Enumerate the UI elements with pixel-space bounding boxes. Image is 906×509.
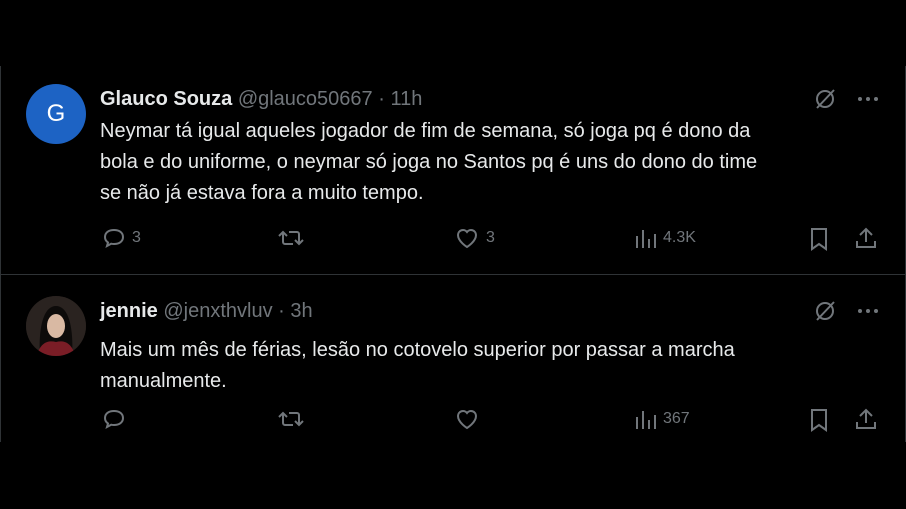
share-icon: [854, 226, 878, 250]
avatar-letter: G: [46, 100, 66, 127]
views-chart-icon: [633, 407, 657, 431]
tweet-text: Neymar tá igual aqueles jogador de fim d…: [100, 116, 880, 209]
reply-button[interactable]: [102, 407, 132, 431]
reply-count: 3: [132, 229, 141, 246]
action-bar: 367: [0, 407, 906, 437]
display-name[interactable]: Glauco Souza: [100, 88, 232, 110]
share-button[interactable]: [854, 226, 878, 250]
share-button[interactable]: [854, 407, 878, 431]
timestamp[interactable]: 3h: [290, 300, 312, 322]
views-button[interactable]: 4.3K: [633, 226, 696, 250]
grok-icon[interactable]: [812, 86, 838, 117]
tweet-text: Mais um mês de férias, lesão no cotovelo…: [100, 335, 880, 397]
bookmark-button[interactable]: [807, 226, 831, 252]
bookmark-icon: [807, 226, 831, 252]
views-count: 367: [663, 410, 690, 427]
tweet-text-line: se não já estava fora a muito tempo.: [100, 182, 424, 204]
grok-icon[interactable]: [812, 298, 838, 329]
views-button[interactable]: 367: [633, 407, 690, 431]
heart-icon: [454, 226, 480, 250]
tweet-text-line: manualmente.: [100, 370, 227, 392]
heart-icon: [454, 407, 480, 431]
display-name[interactable]: jennie: [100, 300, 158, 322]
tweet-card[interactable]: G Glauco Souza @glauco50667 · 11h Neymar…: [0, 66, 906, 274]
views-chart-icon: [633, 226, 657, 250]
retweet-icon: [277, 226, 305, 250]
separator-dot: ·: [278, 300, 285, 322]
user-handle[interactable]: @glauco50667: [238, 88, 373, 110]
like-count: 3: [486, 229, 495, 246]
tweet-tools: [812, 86, 880, 117]
like-button[interactable]: 3: [454, 226, 495, 250]
avatar[interactable]: [26, 296, 86, 356]
bookmark-button[interactable]: [807, 407, 831, 433]
tweet-tools: [812, 298, 880, 329]
timestamp[interactable]: 11h: [390, 88, 422, 110]
tweet-text-line: Neymar tá igual aqueles jogador de fim d…: [100, 120, 751, 142]
retweet-button[interactable]: [277, 407, 311, 431]
user-handle[interactable]: @jenxthvluv: [163, 300, 272, 322]
retweet-button[interactable]: [277, 226, 311, 250]
retweet-icon: [277, 407, 305, 431]
tweet-header: jennie @jenxthvluv · 3h: [100, 299, 313, 323]
profile-photo-icon: [26, 296, 86, 356]
tweet-card[interactable]: jennie @jenxthvluv · 3h Mais um mês de f…: [0, 275, 906, 443]
reply-button[interactable]: 3: [102, 226, 141, 250]
tweet-text-line: bola e do uniforme, o neymar só joga no …: [100, 151, 758, 173]
reply-icon: [102, 226, 126, 250]
more-options-icon[interactable]: [856, 87, 880, 116]
separator-dot: ·: [378, 88, 385, 110]
share-icon: [854, 407, 878, 431]
bookmark-icon: [807, 407, 831, 433]
avatar[interactable]: G: [26, 84, 86, 144]
views-count: 4.3K: [663, 229, 696, 246]
reply-icon: [102, 407, 126, 431]
action-bar: 3 3 4.3K: [0, 226, 906, 256]
tweet-header: Glauco Souza @glauco50667 · 11h: [100, 87, 422, 111]
like-button[interactable]: [454, 407, 486, 431]
tweet-text-line: Mais um mês de férias, lesão no cotovelo…: [100, 339, 735, 361]
more-options-icon[interactable]: [856, 299, 880, 328]
